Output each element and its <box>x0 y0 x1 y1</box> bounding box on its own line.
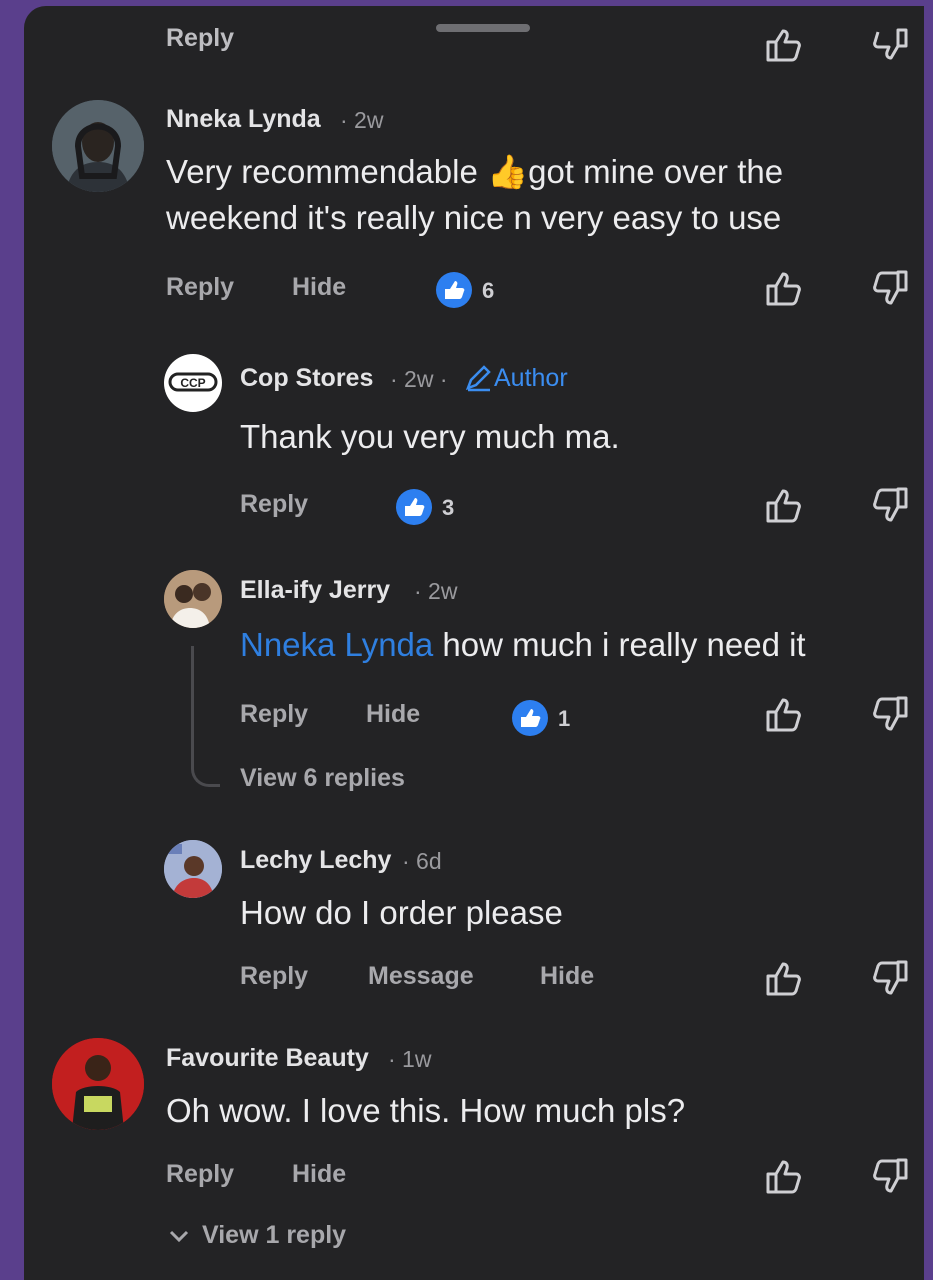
chevron-down-icon[interactable] <box>168 1228 190 1244</box>
view-replies-button[interactable]: View 1 reply <box>202 1221 346 1250</box>
comment-text: Thank you very much ma. <box>240 418 620 455</box>
comment-text-part: got mine over the <box>528 153 784 190</box>
avatar[interactable] <box>52 1038 144 1130</box>
thumbs-down-icon[interactable] <box>870 270 910 308</box>
mention-link[interactable]: Nneka Lynda <box>240 626 433 663</box>
pencil-icon <box>464 364 494 392</box>
comment-time: · 2w · <box>390 366 448 392</box>
comment-text: Very recommendable 👍got mine over the we… <box>166 149 906 241</box>
comment-time: · 6d <box>402 848 442 874</box>
commenter-name[interactable]: Ella-ify Jerry <box>240 576 390 605</box>
comment-time: · 1w <box>388 1046 432 1072</box>
comment-text-part: weekend it's really nice n very easy to … <box>166 199 782 236</box>
thumbs-up-icon[interactable] <box>764 960 804 998</box>
avatar[interactable] <box>164 840 222 898</box>
thumbs-down-icon[interactable] <box>870 696 910 734</box>
thumbs-up-icon-top[interactable] <box>764 28 804 62</box>
comment-text-part: how much i really need it <box>433 626 806 663</box>
view-replies-button[interactable]: View 6 replies <box>240 764 405 793</box>
hide-button[interactable]: Hide <box>292 1160 346 1189</box>
reply-thread-line <box>191 646 220 787</box>
like-reaction-icon[interactable] <box>396 489 432 525</box>
reply-button[interactable]: Reply <box>240 700 308 729</box>
reply-button[interactable]: Reply <box>166 273 234 302</box>
thumbs-up-icon[interactable] <box>764 487 804 525</box>
author-badge: Author <box>494 364 568 392</box>
reply-button[interactable]: Reply <box>240 962 308 991</box>
like-reaction-icon[interactable] <box>512 700 548 736</box>
avatar[interactable]: CCP <box>164 354 222 412</box>
thumbs-down-icon[interactable] <box>870 487 910 525</box>
thumbs-up-icon[interactable] <box>764 1158 804 1196</box>
reply-button-top[interactable]: Reply <box>166 24 234 53</box>
reply-button[interactable]: Reply <box>240 490 308 519</box>
thumbs-up-icon[interactable] <box>764 696 804 734</box>
thumbs-up-emoji: 👍 <box>487 153 529 190</box>
drag-handle[interactable] <box>436 24 530 32</box>
avatar[interactable] <box>164 570 222 628</box>
like-reaction-icon[interactable] <box>436 272 472 308</box>
avatar[interactable] <box>52 100 144 192</box>
commenter-name[interactable]: Lechy Lechy <box>240 846 391 875</box>
thumbs-down-icon-top[interactable] <box>870 28 910 62</box>
comment-time: · 2w <box>340 107 384 133</box>
like-count: 6 <box>482 278 495 303</box>
comment-text-part: Very recommendable <box>166 153 487 190</box>
commenter-name[interactable]: Cop Stores <box>240 364 373 393</box>
commenter-name[interactable]: Favourite Beauty <box>166 1044 369 1073</box>
message-button[interactable]: Message <box>368 962 474 991</box>
comment-text: Oh wow. I love this. How much pls? <box>166 1092 686 1129</box>
thumbs-up-icon[interactable] <box>764 270 804 308</box>
commenter-name[interactable]: Nneka Lynda <box>166 105 321 134</box>
thumbs-down-icon[interactable] <box>870 1158 910 1196</box>
comment-text: Nneka Lynda how much i really need it <box>240 622 920 668</box>
like-count: 3 <box>442 495 455 520</box>
thumbs-down-icon[interactable] <box>870 960 910 998</box>
comment-time: · 2w <box>414 578 458 604</box>
hide-button[interactable]: Hide <box>540 962 594 991</box>
comments-sheet: Reply Nneka Lynda · 2w Very recommendabl… <box>24 6 924 1280</box>
like-count: 1 <box>558 706 571 731</box>
hide-button[interactable]: Hide <box>366 700 420 729</box>
reply-button[interactable]: Reply <box>166 1160 234 1189</box>
avatar-text: CCP <box>180 376 205 390</box>
hide-button[interactable]: Hide <box>292 273 346 302</box>
comment-text: How do I order please <box>240 894 563 931</box>
